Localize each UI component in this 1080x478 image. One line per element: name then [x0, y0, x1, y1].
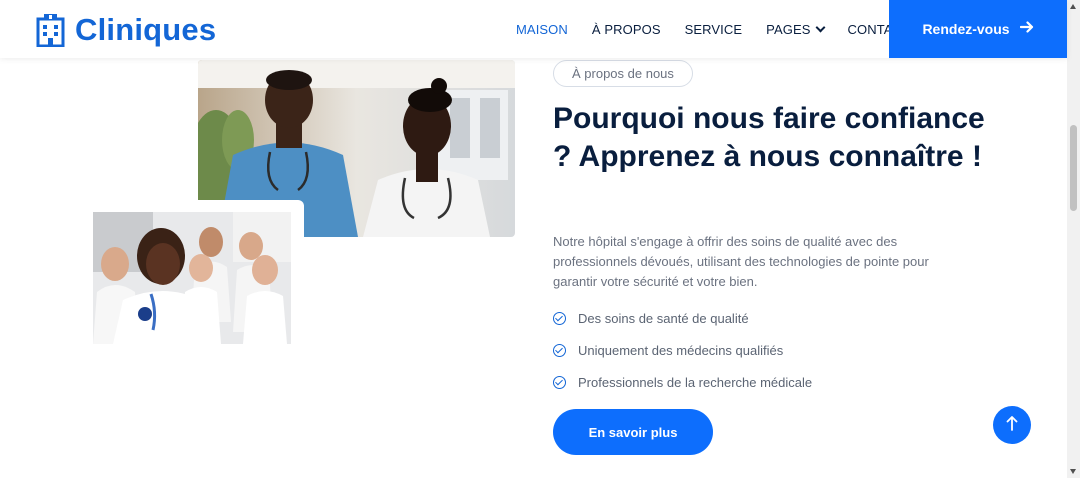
doctor-team-photo [93, 212, 291, 344]
scroll-down-icon[interactable] [1070, 469, 1076, 474]
arrow-up-icon [1006, 415, 1018, 436]
navbar: Cliniques MAISON À PROPOS SERVICE PAGES … [0, 0, 1067, 58]
feature-label: Uniquement des médecins qualifiés [578, 342, 784, 358]
list-item: Professionnels de la recherche médicale [553, 366, 812, 398]
learn-more-button[interactable]: En savoir plus [553, 409, 713, 455]
appointment-button-label: Rendez-vous [922, 21, 1010, 37]
about-badge: À propos de nous [553, 60, 693, 87]
brand-name: Cliniques [75, 12, 217, 47]
feature-list: Des soins de santé de qualité Uniquement… [553, 302, 812, 398]
check-circle-icon [553, 311, 566, 325]
chevron-down-icon [815, 22, 825, 32]
nav-item-service[interactable]: SERVICE [685, 22, 743, 37]
about-description: Notre hôpital s'engage à offrir des soin… [553, 234, 929, 289]
about-title: Pourquoi nous faire confiance ? Apprenez… [553, 102, 985, 173]
arrow-right-icon [1019, 20, 1034, 38]
appointment-button[interactable]: Rendez-vous [889, 0, 1067, 58]
nav-item-pages[interactable]: PAGES [766, 21, 825, 37]
scroll-up-icon[interactable] [1070, 4, 1076, 9]
list-item: Des soins de santé de qualité [553, 302, 812, 334]
nav-item-maison[interactable]: MAISON [516, 22, 568, 37]
back-to-top-button[interactable] [993, 406, 1031, 444]
scrollbar-thumb[interactable] [1070, 125, 1077, 211]
feature-label: Professionnels de la recherche médicale [578, 374, 813, 390]
check-circle-icon [553, 375, 566, 389]
nav-item-pages-label: PAGES [766, 21, 811, 37]
brand-logo[interactable]: Cliniques [36, 12, 216, 48]
check-circle-icon [553, 343, 566, 357]
hospital-building-icon [36, 13, 65, 47]
main-nav: MAISON À PROPOS SERVICE PAGES CONTACT [516, 0, 934, 58]
nav-item-a-propos[interactable]: À PROPOS [592, 22, 661, 37]
feature-label: Des soins de santé de qualité [578, 310, 749, 326]
list-item: Uniquement des médecins qualifiés [553, 334, 812, 366]
page-scrollbar[interactable] [1067, 0, 1080, 478]
